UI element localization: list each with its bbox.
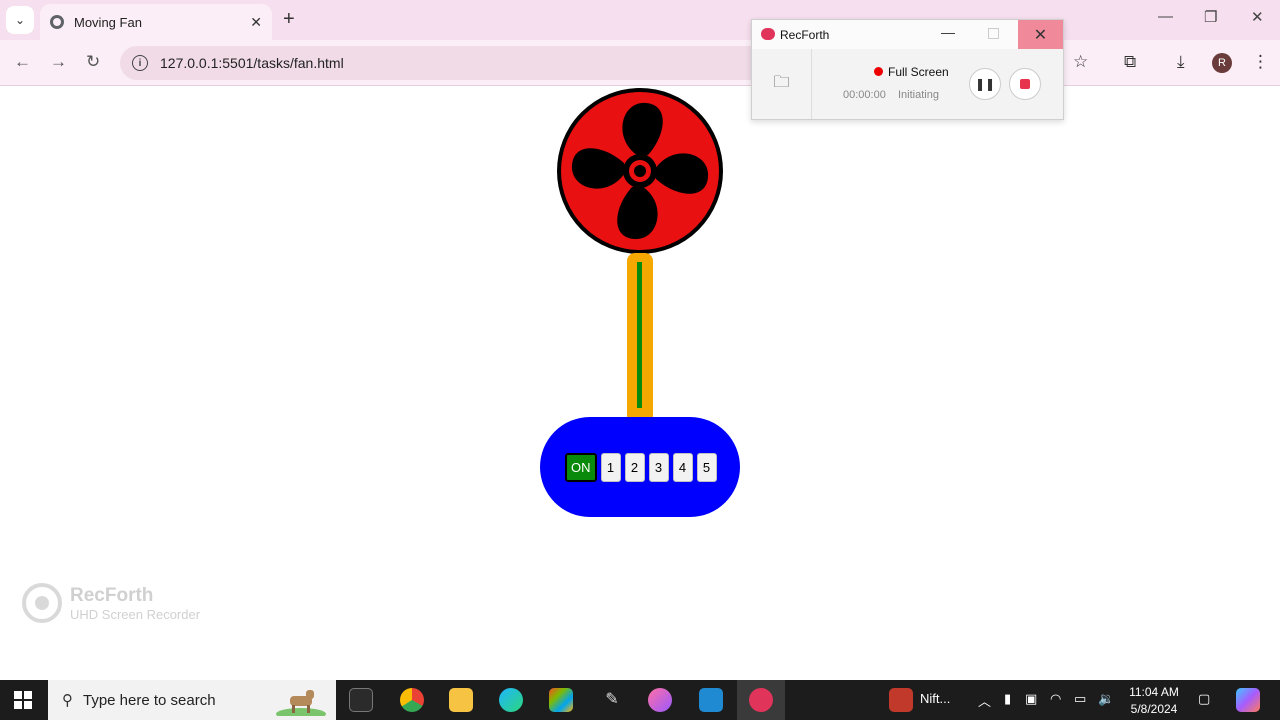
- speed-2-button[interactable]: 2: [624, 453, 645, 482]
- recforth-taskbar-icon[interactable]: [749, 688, 773, 712]
- globe-icon: [50, 15, 64, 29]
- chevron-down-icon: ⌄: [14, 13, 26, 27]
- search-highlight-icon: [276, 690, 326, 716]
- tab-title: Moving Fan: [74, 14, 142, 30]
- clock-time: 11:04 AM: [1129, 685, 1179, 699]
- search-icon: ⚲: [62, 692, 73, 709]
- recorder-maximize-button: [988, 28, 999, 39]
- nifty-app-label[interactable]: Nift...: [920, 691, 950, 706]
- recorder-minimize-button[interactable]: —: [941, 24, 955, 40]
- back-button[interactable]: ←: [14, 52, 31, 72]
- close-window-button[interactable]: ✕: [1251, 8, 1264, 26]
- chrome-icon[interactable]: [400, 688, 424, 712]
- taskbar-clock[interactable]: 11:04 AM 5/8/2024: [1124, 684, 1184, 718]
- edge-icon[interactable]: [499, 688, 523, 712]
- vscode-icon[interactable]: [699, 688, 723, 712]
- restore-window-button[interactable]: ❐: [1204, 8, 1217, 26]
- address-bar[interactable]: i 127.0.0.1:5501/tasks/fan.html: [120, 46, 770, 80]
- folder-icon: 🗀: [773, 73, 790, 91]
- browser-tab-strip: ⌄ Moving Fan ✕ + — ❐ ✕: [0, 0, 1280, 40]
- paint-icon[interactable]: [648, 688, 672, 712]
- minimize-window-button[interactable]: —: [1158, 8, 1173, 25]
- fan-controls: ON 1 2 3 4 5: [565, 453, 717, 482]
- show-hidden-icons-chevron-icon[interactable]: ︿: [978, 691, 991, 710]
- recforth-app-icon: [761, 28, 775, 40]
- notifications-icon[interactable]: ▢: [1198, 691, 1210, 707]
- open-folder-button[interactable]: 🗀: [752, 49, 812, 119]
- recorder-app-name: RecForth: [780, 28, 830, 42]
- search-placeholder: Type here to search: [83, 691, 216, 709]
- recforth-watermark: RecForth UHD Screen Recorder: [22, 583, 200, 623]
- recording-status: Initiating: [898, 89, 939, 101]
- watermark-brand: RecForth: [70, 584, 154, 606]
- browser-tab[interactable]: Moving Fan ✕: [40, 4, 272, 40]
- display-icon[interactable]: ▣: [1025, 691, 1037, 707]
- site-info-icon[interactable]: i: [132, 55, 148, 71]
- speed-4-button[interactable]: 4: [672, 453, 693, 482]
- speed-5-button[interactable]: 5: [696, 453, 717, 482]
- screen: ⌄ Moving Fan ✕ + — ❐ ✕ ← → ↻ i 127.0.0.1…: [0, 0, 1280, 720]
- reload-button[interactable]: ↻: [86, 52, 100, 72]
- usb-icon[interactable]: ▮: [1004, 691, 1011, 707]
- pause-button[interactable]: ❚❚: [969, 68, 1001, 100]
- fan-pole-line: [637, 262, 642, 408]
- on-button[interactable]: ON: [565, 453, 597, 482]
- speed-1-button[interactable]: 1: [600, 453, 621, 482]
- volume-icon[interactable]: 🔉: [1098, 691, 1114, 707]
- fan-head: [557, 88, 723, 254]
- url-text: 127.0.0.1:5501/tasks/fan.html: [160, 55, 344, 71]
- tab-search-button[interactable]: ⌄: [6, 6, 34, 34]
- recording-mode[interactable]: Full Screen: [888, 65, 949, 79]
- clock-date: 5/8/2024: [1130, 702, 1178, 716]
- extensions-icon[interactable]: ⧉: [1124, 52, 1136, 72]
- browser-toolbar: ← → ↻ i 127.0.0.1:5501/tasks/fan.html ☆ …: [0, 40, 1280, 86]
- task-view-icon[interactable]: [349, 688, 373, 712]
- pen-tool-icon[interactable]: ✎: [600, 688, 624, 712]
- new-tab-button[interactable]: +: [283, 8, 295, 31]
- file-explorer-icon[interactable]: [449, 688, 473, 712]
- fan-blades-icon: [571, 102, 709, 240]
- watermark-tagline: UHD Screen Recorder: [70, 606, 201, 622]
- nifty-app-icon[interactable]: [889, 688, 913, 712]
- stop-icon: [1020, 79, 1030, 89]
- menu-icon[interactable]: ⋮: [1252, 52, 1269, 72]
- windows-taskbar: ⚲ Type here to search ✎ Nift... ︿ ▮ ▣ ◠ …: [0, 680, 1280, 720]
- download-icon[interactable]: ⤓: [1177, 52, 1185, 72]
- forward-button[interactable]: →: [50, 52, 67, 72]
- bookmark-star-icon[interactable]: ☆: [1073, 52, 1088, 72]
- speed-3-button[interactable]: 3: [648, 453, 669, 482]
- taskbar-search[interactable]: ⚲ Type here to search: [48, 680, 336, 720]
- store-icon[interactable]: [549, 688, 573, 712]
- recorder-close-button[interactable]: ✕: [1018, 20, 1063, 49]
- recording-dot-icon: [874, 67, 883, 76]
- recorder-window: RecForth — ✕ 🗀 Full Screen 00:00:00 Init…: [751, 19, 1064, 120]
- stop-button[interactable]: [1009, 68, 1041, 100]
- copilot-icon[interactable]: [1236, 688, 1260, 712]
- recforth-logo-icon: [22, 583, 62, 623]
- profile-avatar[interactable]: R: [1212, 53, 1232, 73]
- recorder-title-bar: RecForth — ✕: [752, 20, 1063, 49]
- recording-time: 00:00:00: [843, 89, 886, 101]
- close-tab-icon[interactable]: ✕: [250, 14, 262, 31]
- battery-icon[interactable]: ▭: [1074, 691, 1086, 707]
- wifi-icon[interactable]: ◠: [1050, 691, 1061, 707]
- start-button[interactable]: [14, 691, 32, 709]
